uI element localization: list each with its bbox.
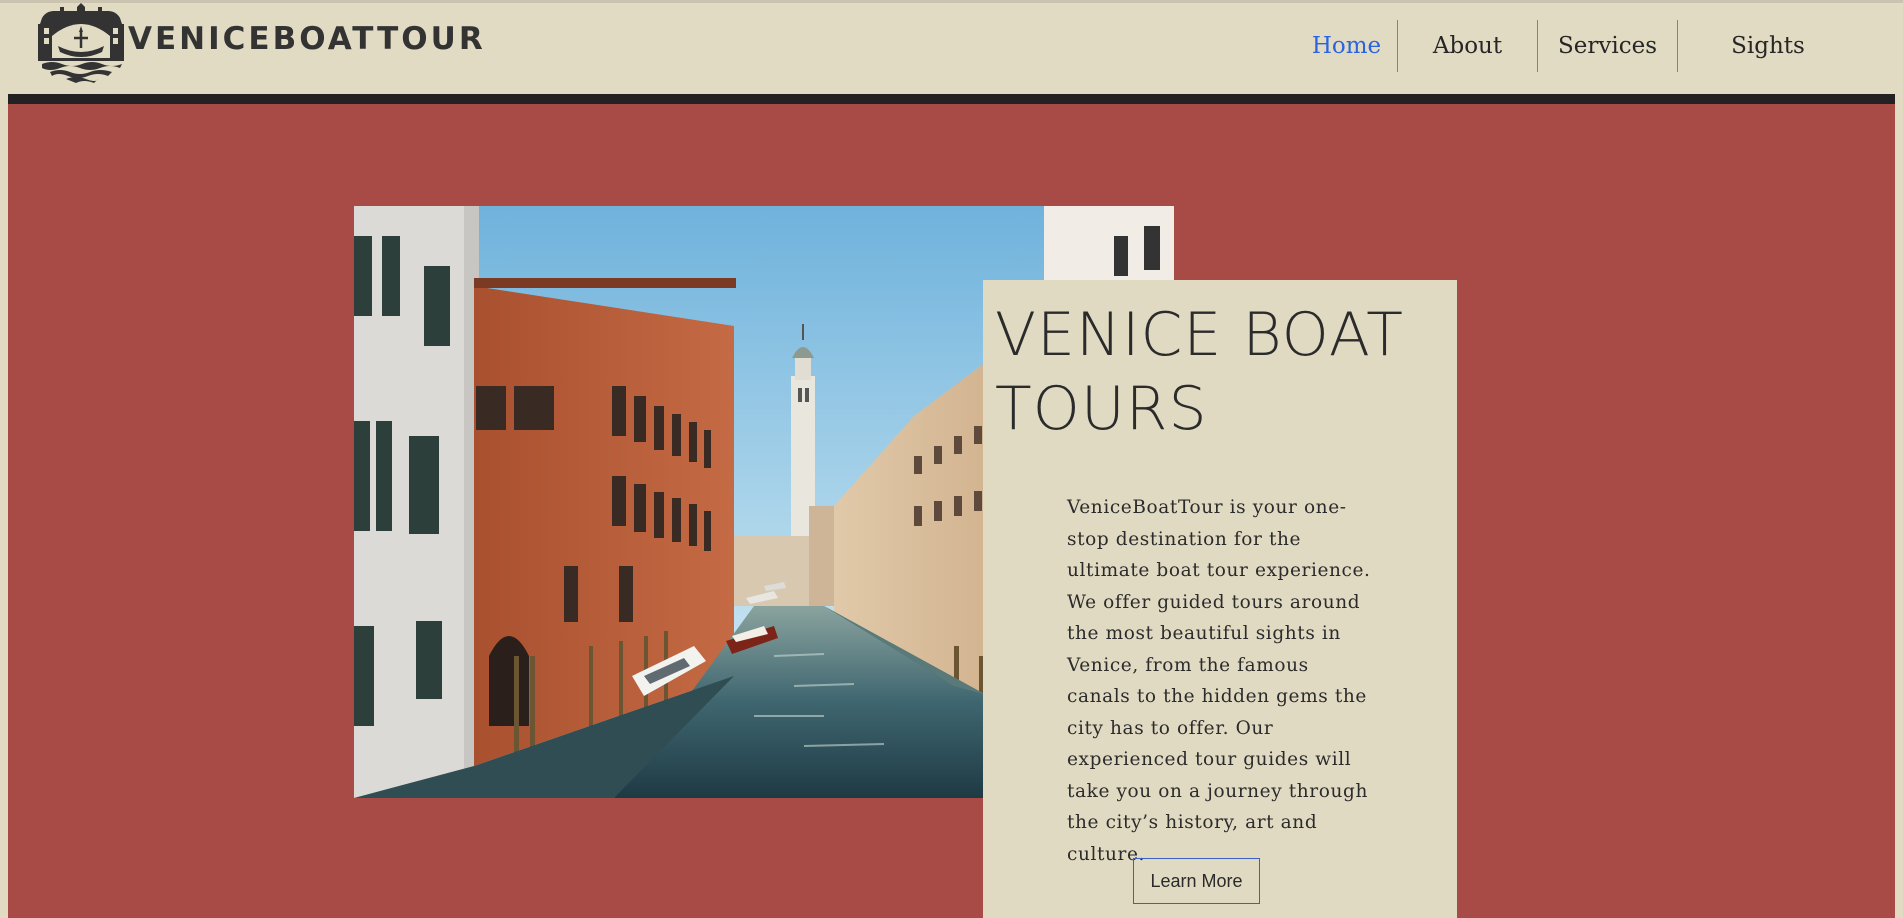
header-divider-bar	[8, 94, 1895, 104]
site-logo[interactable]: VENICEBOATTOUR	[36, 2, 486, 84]
hero-title: VENICE BOAT TOURS	[995, 300, 1404, 444]
gondola-bridge-logo-icon	[38, 3, 124, 83]
site-header: VENICEBOATTOUR Home About Services Sight…	[0, 0, 1903, 94]
nav-item-about[interactable]: About	[1398, 20, 1537, 72]
hero-section: VENICE BOAT TOURS VeniceBoatTour is your…	[8, 104, 1895, 918]
learn-more-button[interactable]: Learn More	[1133, 858, 1260, 904]
brand-name: VENICEBOATTOUR	[128, 21, 486, 57]
nav-item-services[interactable]: Services	[1538, 20, 1677, 72]
hero-description: VeniceBoatTour is your one-stop destinat…	[1067, 497, 1371, 865]
nav-item-sights[interactable]: Sights	[1678, 20, 1858, 72]
hero-card: VENICE BOAT TOURS VeniceBoatTour is your…	[983, 280, 1457, 918]
main-nav: Home About Services Sights	[1296, 20, 1858, 72]
nav-item-home[interactable]: Home	[1296, 20, 1397, 72]
